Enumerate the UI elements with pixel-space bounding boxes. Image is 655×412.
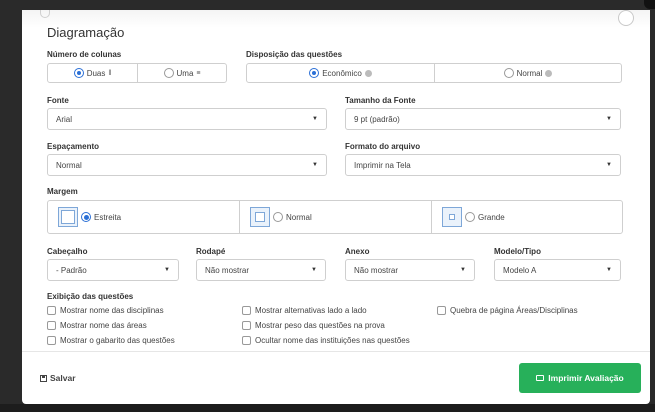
checkbox[interactable]	[47, 321, 56, 330]
save-button-label: Salvar	[50, 373, 76, 383]
margin-label: Margem	[47, 187, 78, 196]
print-icon	[536, 375, 545, 381]
check-hide-institutions[interactable]: Ocultar nome das instituições nas questõ…	[242, 336, 410, 345]
columns-option-one[interactable]: Uma ≡	[138, 64, 226, 82]
layout-option-normal-label: Normal	[516, 68, 543, 78]
checkbox[interactable]	[242, 336, 251, 345]
layout-option-economico-label: Econômico	[322, 68, 362, 78]
chevron-down-icon: ▼	[606, 267, 612, 273]
section-title: Diagramação	[47, 25, 125, 40]
radio-margin-normal[interactable]	[273, 212, 283, 222]
check-label: Mostrar o gabarito das questões	[60, 336, 175, 345]
margin-option-estreita[interactable]: Estreita	[48, 201, 240, 233]
print-button[interactable]: Imprimir Avaliação	[519, 363, 641, 393]
columns-toggle: Duas ‖ Uma ≡	[47, 63, 227, 83]
model-select-value: Modelo A	[503, 265, 537, 275]
checkbox[interactable]	[242, 306, 251, 315]
chevron-down-icon: ▼	[164, 267, 170, 273]
footer-select[interactable]: Não mostrar ▼	[196, 259, 326, 281]
check-show-disciplines[interactable]: Mostrar nome das disciplinas	[47, 306, 164, 315]
spacing-select[interactable]: Normal ▼	[47, 154, 327, 176]
radio-estreita[interactable]	[81, 212, 91, 222]
check-label: Mostrar alternativas lado a lado	[255, 306, 367, 315]
margin-toggle: Estreita Normal Grande	[47, 200, 623, 234]
chevron-down-icon: ▼	[312, 162, 318, 168]
checkbox[interactable]	[242, 321, 251, 330]
file-format-select-value: Imprimir na Tela	[354, 160, 411, 170]
layout-option-economico[interactable]: Econômico	[247, 64, 435, 82]
check-label: Mostrar nome das áreas	[60, 321, 147, 330]
footer-divider	[22, 351, 650, 352]
layout-toggle: Econômico Normal	[246, 63, 622, 83]
font-size-label: Tamanho da Fonte	[345, 96, 416, 105]
close-icon[interactable]	[644, 0, 655, 9]
checkbox[interactable]	[47, 336, 56, 345]
font-size-select-value: 9 pt (padrão)	[354, 114, 400, 124]
attachment-label: Anexo	[345, 247, 370, 256]
radio-grande[interactable]	[465, 212, 475, 222]
check-label: Mostrar peso das questões na prova	[255, 321, 385, 330]
check-page-break[interactable]: Quebra de página Áreas/Disciplinas	[437, 306, 578, 315]
chevron-down-icon: ▼	[311, 267, 317, 273]
header-select[interactable]: - Padrão ▼	[47, 259, 179, 281]
file-format-select[interactable]: Imprimir na Tela ▼	[345, 154, 621, 176]
footer-option-label: Rodapé	[196, 247, 226, 256]
file-format-label: Formato do arquivo	[345, 142, 421, 151]
check-show-answer-key[interactable]: Mostrar o gabarito das questões	[47, 336, 175, 345]
layout-option-normal[interactable]: Normal	[435, 64, 621, 82]
checkbox[interactable]	[47, 306, 56, 315]
check-show-weight[interactable]: Mostrar peso das questões na prova	[242, 321, 385, 330]
font-select-value: Arial	[56, 114, 73, 124]
partial-radio-top-right	[618, 10, 634, 26]
display-options-label: Exibição das questões	[47, 292, 134, 301]
chevron-down-icon: ▼	[460, 267, 466, 273]
attachment-select[interactable]: Não mostrar ▼	[345, 259, 475, 281]
model-label: Modelo/Tipo	[494, 247, 541, 256]
header-label: Cabeçalho	[47, 247, 88, 256]
chevron-down-icon: ▼	[606, 162, 612, 168]
normal-margin-icon	[250, 207, 270, 227]
narrow-margin-icon	[58, 207, 78, 227]
columns-option-one-label: Uma	[176, 68, 194, 78]
check-show-areas[interactable]: Mostrar nome das áreas	[47, 321, 147, 330]
footer-select-value: Não mostrar	[205, 265, 250, 275]
two-columns-icon: ‖	[108, 69, 112, 77]
margin-option-estreita-label: Estreita	[94, 212, 122, 222]
save-button[interactable]: Salvar	[40, 373, 76, 383]
check-label: Ocultar nome das instituições nas questõ…	[255, 336, 410, 345]
check-alternatives-side[interactable]: Mostrar alternativas lado a lado	[242, 306, 367, 315]
radio-one-column[interactable]	[163, 68, 174, 78]
columns-option-two[interactable]: Duas ‖	[48, 64, 138, 82]
header-select-value: - Padrão	[56, 265, 87, 275]
radio-two-columns[interactable]	[73, 68, 84, 78]
spacing-label: Espaçamento	[47, 142, 100, 151]
wide-margin-icon	[442, 207, 462, 227]
radio-layout-normal[interactable]	[503, 68, 514, 78]
model-select[interactable]: Modelo A ▼	[494, 259, 621, 281]
chevron-down-icon: ▼	[312, 116, 318, 122]
check-label: Quebra de página Áreas/Disciplinas	[450, 306, 578, 315]
save-icon	[40, 374, 47, 382]
columns-label: Número de colunas	[47, 50, 122, 59]
margin-option-grande-label: Grande	[478, 212, 505, 222]
font-select[interactable]: Arial ▼	[47, 108, 327, 130]
background-strip	[0, 404, 655, 412]
print-button-label: Imprimir Avaliação	[548, 373, 624, 383]
checkbox[interactable]	[437, 306, 446, 315]
margin-option-grande[interactable]: Grande	[432, 201, 622, 233]
margin-option-normal-label: Normal	[286, 212, 312, 222]
chevron-down-icon: ▼	[606, 116, 612, 122]
layout-label: Disposição das questões	[246, 50, 343, 59]
font-label: Fonte	[47, 96, 69, 105]
font-size-select[interactable]: 9 pt (padrão) ▼	[345, 108, 621, 130]
attachment-select-value: Não mostrar	[354, 265, 399, 275]
columns-option-two-label: Duas	[86, 68, 106, 78]
check-label: Mostrar nome das disciplinas	[60, 306, 164, 315]
margin-option-normal[interactable]: Normal	[240, 201, 432, 233]
one-column-icon: ≡	[196, 69, 201, 77]
spacing-select-value: Normal	[56, 160, 82, 170]
info-icon[interactable]	[364, 69, 372, 77]
info-icon[interactable]	[545, 69, 553, 77]
radio-economico[interactable]	[309, 68, 320, 78]
